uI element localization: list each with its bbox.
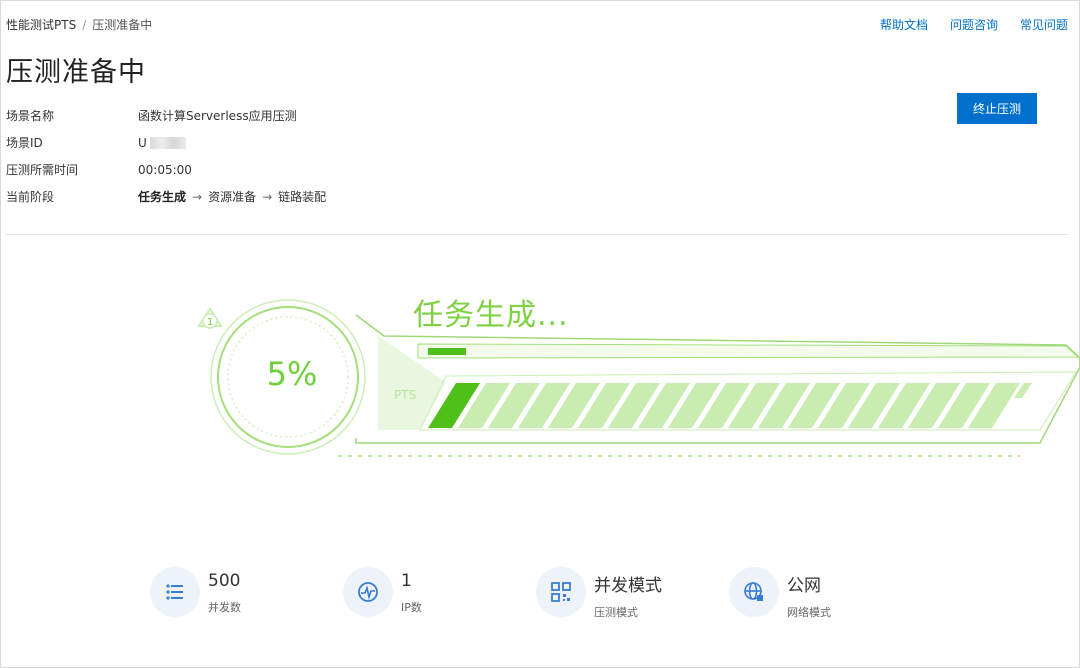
breadcrumb-root[interactable]: 性能测试PTS — [6, 16, 76, 33]
step-badge-number: 1 — [207, 317, 213, 328]
info-row-stage: 当前阶段 任务生成 → 资源准备 → 链路装配 — [6, 183, 326, 210]
stage-label: 当前阶段 — [6, 190, 55, 204]
stat-concurrency-label: 并发数 — [208, 601, 241, 614]
task-status-title: 任务生成... — [413, 298, 569, 333]
faq-link[interactable]: 常见问题 — [1020, 16, 1068, 33]
stage-task-generation: 任务生成 — [138, 190, 187, 204]
pulse-icon — [343, 567, 393, 617]
duration-label: 压测所需时间 — [6, 163, 79, 177]
scene-id-prefix: U — [138, 135, 147, 150]
stat-network-value: 公网 — [787, 576, 821, 596]
stage-link-assembly: 链路装配 — [278, 190, 327, 204]
top-track-fill — [428, 348, 466, 355]
stage-resource-prep: 资源准备 — [208, 190, 257, 204]
breadcrumb-current: 压测准备中 — [92, 18, 153, 32]
list-icon — [150, 567, 200, 617]
progress-stripes — [428, 383, 1032, 428]
scene-id-masked — [149, 137, 186, 149]
question-consult-link[interactable]: 问题咨询 — [950, 16, 998, 33]
scene-name-label: 场景名称 — [6, 109, 55, 123]
help-docs-link[interactable]: 帮助文档 — [880, 16, 928, 33]
stat-test-mode-label: 压测模式 — [594, 606, 638, 619]
top-track — [417, 343, 1080, 359]
stat-concurrency: 500 并发数 — [150, 567, 343, 620]
scene-id-value: U — [138, 136, 186, 150]
stage-arrow-icon: → — [192, 189, 203, 204]
stat-concurrency-value: 500 — [208, 571, 241, 591]
stats-bar: 500 并发数 1 IP数 并发模式 压测模式 公网 网络模式 — [150, 567, 922, 620]
stop-test-button[interactable]: 终止压测 — [957, 93, 1037, 124]
divider — [6, 234, 1068, 235]
stat-ip-label: IP数 — [401, 601, 422, 614]
stat-test-mode: 并发模式 压测模式 — [536, 567, 729, 620]
info-row-scene-id: 场景ID U — [6, 129, 326, 156]
stat-test-mode-value: 并发模式 — [594, 576, 662, 596]
stat-ip-value: 1 — [401, 571, 412, 591]
stage-steps: 任务生成 → 资源准备 → 链路装配 — [138, 188, 326, 205]
scene-name-value: 函数计算Serverless应用压测 — [138, 109, 297, 123]
pts-label: PTS — [394, 388, 417, 402]
progress-percent: 5% — [266, 355, 318, 393]
stat-network-mode: 公网 网络模式 — [729, 567, 922, 620]
breadcrumb-separator: / — [82, 17, 87, 32]
duration-value: 00:05:00 — [138, 162, 192, 177]
globe-icon — [729, 567, 779, 617]
top-links: 帮助文档 问题咨询 常见问题 — [880, 16, 1068, 33]
info-row-duration: 压测所需时间 00:05:00 — [6, 156, 326, 183]
scene-id-label: 场景ID — [6, 136, 43, 150]
stat-network-label: 网络模式 — [787, 606, 831, 619]
qr-grid-icon — [536, 567, 586, 617]
step-badge-icon: 1 — [197, 307, 223, 329]
info-row-scene-name: 场景名称 函数计算Serverless应用压测 — [6, 102, 326, 129]
stage-arrow-icon: → — [262, 189, 273, 204]
page-title: 压测准备中 — [6, 57, 146, 88]
breadcrumb: 性能测试PTS / 压测准备中 — [6, 16, 152, 33]
stat-ip-count: 1 IP数 — [343, 567, 536, 620]
scene-info: 场景名称 函数计算Serverless应用压测 场景ID U 压测所需时间 00… — [6, 102, 326, 210]
